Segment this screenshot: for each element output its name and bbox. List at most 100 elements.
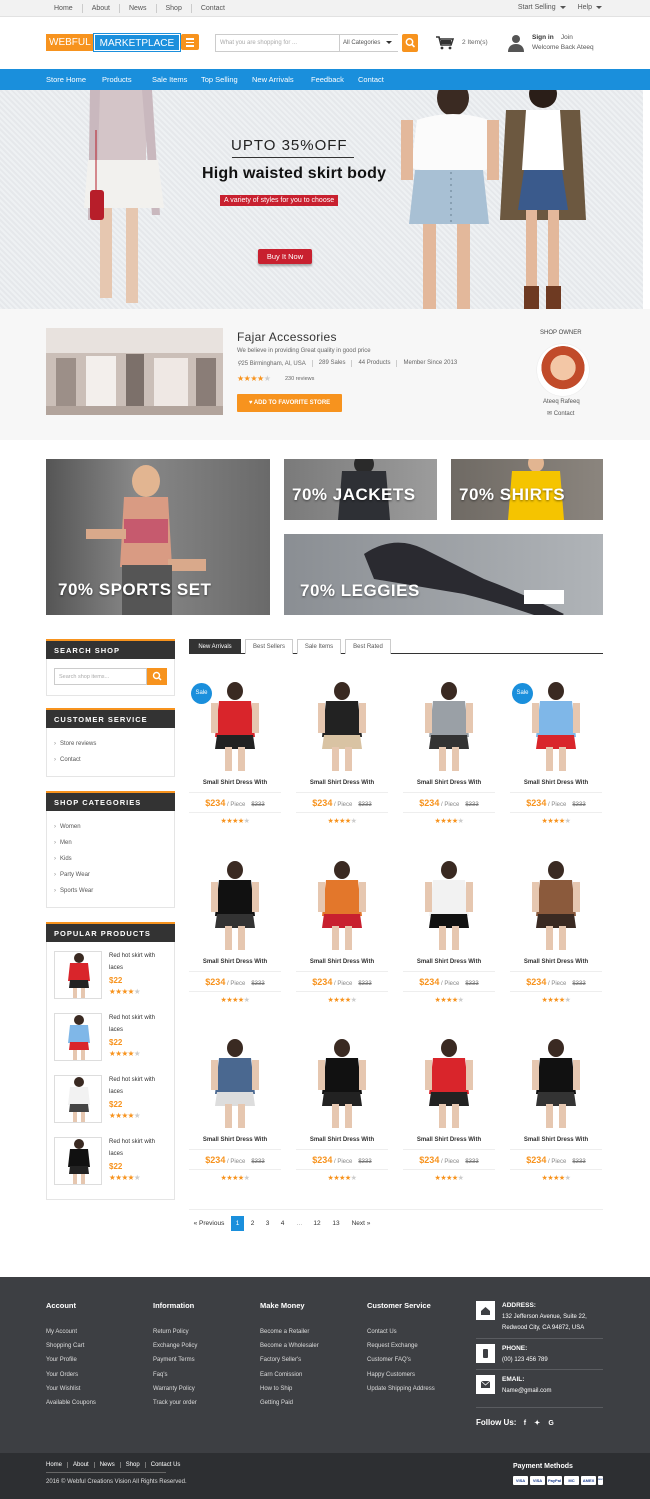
cs-contact-link[interactable]: Contact	[54, 752, 96, 768]
pagination-page[interactable]: 3	[261, 1216, 274, 1231]
owner-contact-link[interactable]: ✉ Contact	[547, 410, 574, 417]
promo-jackets[interactable]: 70% JACKETS	[284, 459, 437, 520]
top-link-home[interactable]: Home	[46, 4, 83, 13]
bottom-link[interactable]: Home	[46, 1462, 69, 1468]
product-name[interactable]: Small Shirt Dress With	[510, 959, 602, 965]
category-select[interactable]: All Categories	[339, 35, 398, 51]
category-men[interactable]: Men	[54, 835, 93, 851]
footer-link[interactable]: Request Exchange	[367, 1339, 435, 1353]
product-name[interactable]: Small Shirt Dress With	[296, 959, 388, 965]
nav-feedback[interactable]: Feedback	[311, 75, 344, 84]
footer-link[interactable]: Exchange Policy	[153, 1339, 197, 1353]
pagination-page[interactable]: 12	[309, 1216, 325, 1231]
popular-product-thumb[interactable]	[54, 1137, 102, 1185]
help-dropdown[interactable]: Help	[578, 4, 602, 11]
product-image[interactable]	[189, 1038, 281, 1130]
product-image[interactable]	[296, 1038, 388, 1130]
footer-link[interactable]: Contact Us	[367, 1325, 435, 1339]
category-kids[interactable]: Kids	[54, 851, 93, 867]
pagination-page[interactable]: 13	[328, 1216, 344, 1231]
pagination-page[interactable]: 2	[246, 1216, 259, 1231]
product-name[interactable]: Small Shirt Dress With	[189, 959, 281, 965]
footer-link[interactable]: Become a Retailer	[260, 1325, 319, 1339]
nav-contact[interactable]: Contact	[358, 75, 384, 84]
footer-link[interactable]: Your Wishlist	[46, 1382, 96, 1396]
top-link-news[interactable]: News	[120, 4, 157, 13]
footer-link[interactable]: Shopping Cart	[46, 1339, 96, 1353]
pagination-page[interactable]: 4	[276, 1216, 289, 1231]
bottom-link[interactable]: Shop	[121, 1462, 146, 1468]
product-name[interactable]: Small Shirt Dress With	[403, 780, 495, 786]
account-button[interactable]	[508, 34, 524, 57]
footer-link[interactable]: Your Orders	[46, 1368, 96, 1382]
tab-sale-items[interactable]: Sale Items	[297, 639, 341, 654]
product-name[interactable]: Small Shirt Dress With	[189, 780, 281, 786]
product-image[interactable]	[403, 681, 495, 773]
sign-in-link[interactable]: Sign in	[532, 34, 554, 41]
logo[interactable]: WEBFUL MARKETPLACE	[46, 33, 182, 52]
popular-product-thumb[interactable]	[54, 1075, 102, 1123]
product-image[interactable]	[296, 860, 388, 952]
nav-sale-items[interactable]: Sale Items	[152, 75, 187, 84]
popular-product-name[interactable]: Red hot skirt with laces	[109, 1136, 169, 1160]
store-reviews[interactable]: 230 reviews	[285, 376, 314, 382]
product-image[interactable]	[403, 1038, 495, 1130]
pagination-next[interactable]: Next »	[348, 1216, 374, 1231]
add-favorite-store-button[interactable]: ♥ ADD TO FAVORITE STORE	[237, 394, 342, 412]
footer-link[interactable]: My Account	[46, 1325, 96, 1339]
promo-shirts[interactable]: 70% SHIRTS	[451, 459, 603, 520]
popular-product-thumb[interactable]	[54, 1013, 102, 1061]
footer-link[interactable]: Return Policy	[153, 1325, 197, 1339]
menu-button[interactable]	[181, 34, 199, 50]
product-name[interactable]: Small Shirt Dress With	[510, 1137, 602, 1143]
popular-product-name[interactable]: Red hot skirt with laces	[109, 1074, 169, 1098]
footer-link[interactable]: Warranty Policy	[153, 1382, 197, 1396]
buy-now-button[interactable]: Buy It Now	[258, 249, 312, 264]
product-name[interactable]: Small Shirt Dress With	[296, 780, 388, 786]
footer-link[interactable]: How to Ship	[260, 1382, 319, 1396]
popular-product-thumb[interactable]	[54, 951, 102, 999]
footer-link[interactable]: Become a Wholesaler	[260, 1339, 319, 1353]
tab-best-rated[interactable]: Best Rated	[345, 639, 391, 654]
promo-sports-set[interactable]: 70% SPORTS SET	[46, 459, 270, 615]
top-link-shop[interactable]: Shop	[157, 4, 192, 13]
product-name[interactable]: Small Shirt Dress With	[189, 1137, 281, 1143]
top-link-about[interactable]: About	[83, 4, 120, 13]
search-button[interactable]	[402, 34, 418, 52]
shop-search-input[interactable]: Search shop items...	[54, 668, 147, 685]
footer-link[interactable]: Faq's	[153, 1368, 197, 1382]
top-link-contact[interactable]: Contact	[192, 4, 234, 13]
footer-link[interactable]: Happy Customers	[367, 1368, 435, 1382]
footer-link[interactable]: Available Coupons	[46, 1396, 96, 1410]
footer-link[interactable]: Getting Paid	[260, 1396, 319, 1410]
popular-product-name[interactable]: Red hot skirt with laces	[109, 1012, 169, 1036]
email-value[interactable]: Name@gmail.com	[502, 1386, 551, 1397]
footer-link[interactable]: Earn Comission	[260, 1368, 319, 1382]
twitter-icon[interactable]: ✦	[534, 1420, 540, 1427]
google-icon[interactable]: G	[548, 1420, 553, 1427]
footer-link[interactable]: Your Profile	[46, 1353, 96, 1367]
facebook-icon[interactable]: f	[524, 1420, 526, 1427]
tab-best-sellers[interactable]: Best Sellers	[245, 639, 293, 654]
bottom-link[interactable]: About	[68, 1462, 95, 1468]
category-women[interactable]: Women	[54, 819, 93, 835]
cart-button[interactable]	[436, 36, 455, 55]
footer-link[interactable]: Customer FAQ's	[367, 1353, 435, 1367]
shop-search-button[interactable]	[147, 668, 167, 685]
product-name[interactable]: Small Shirt Dress With	[510, 780, 602, 786]
product-name[interactable]: Small Shirt Dress With	[403, 1137, 495, 1143]
product-image[interactable]	[189, 860, 281, 952]
popular-product-name[interactable]: Red hot skirt with laces	[109, 950, 169, 974]
promo-leggies[interactable]: 70% LEGGIES	[284, 534, 603, 615]
cs-store-reviews-link[interactable]: Store reviews	[54, 736, 96, 752]
footer-link[interactable]: Payment Terms	[153, 1353, 197, 1367]
start-selling-dropdown[interactable]: Start Selling	[518, 4, 566, 11]
nav-store-home[interactable]: Store Home	[46, 75, 86, 84]
join-link[interactable]: Join	[561, 34, 573, 41]
footer-link[interactable]: Update Shipping Address	[367, 1382, 435, 1396]
nav-products[interactable]: Products	[102, 75, 132, 84]
search-input[interactable]: What you are shopping for ...	[220, 40, 297, 46]
product-image[interactable]	[403, 860, 495, 952]
pagination-prev[interactable]: « Previous	[191, 1216, 227, 1231]
product-image[interactable]	[296, 681, 388, 773]
